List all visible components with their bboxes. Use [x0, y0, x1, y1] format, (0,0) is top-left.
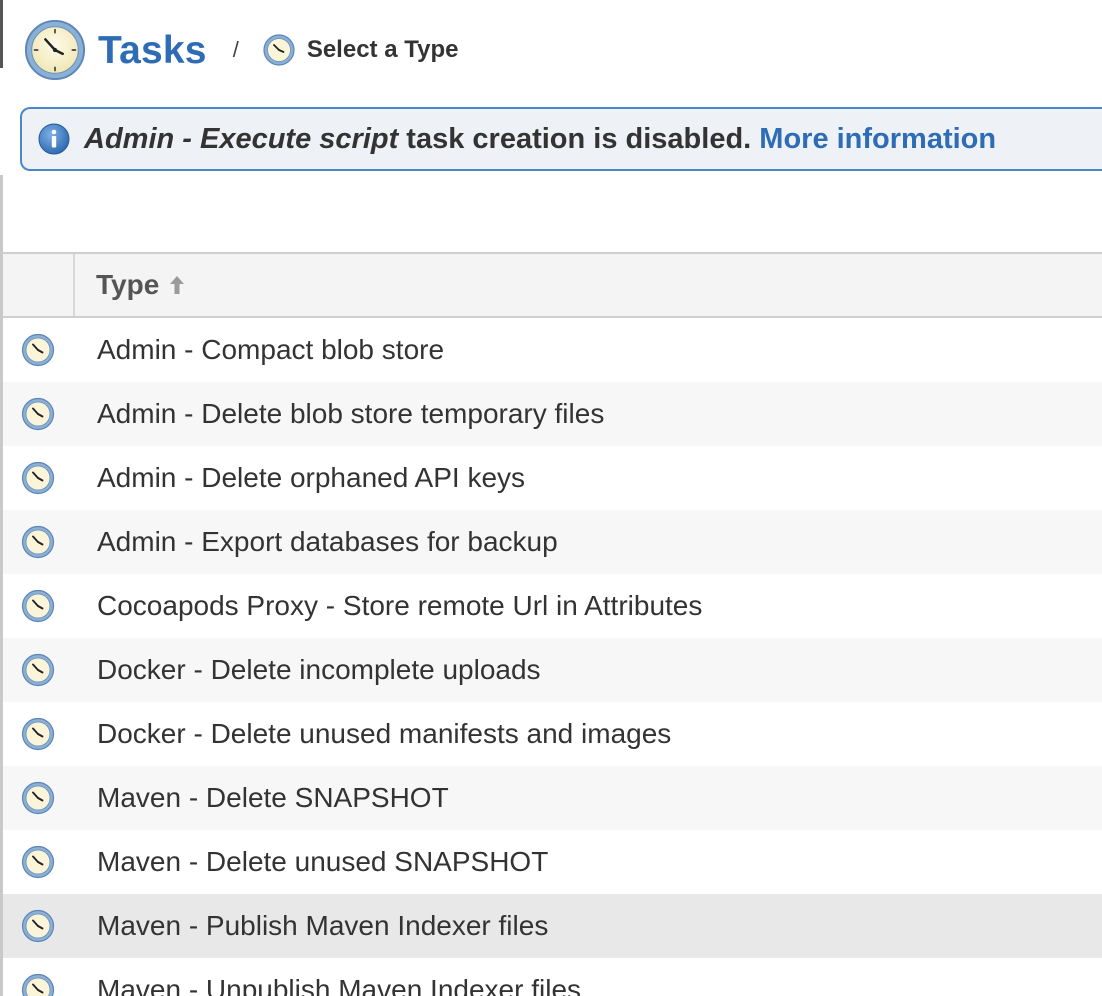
clock-icon — [263, 34, 295, 66]
table-header: Type — [3, 252, 1102, 318]
row-label: Admin - Compact blob store — [97, 334, 445, 365]
table-row[interactable]: Admin - Delete orphaned API keys — [3, 446, 1102, 510]
clock-icon — [21, 653, 55, 687]
table-row[interactable]: Cocoapods Proxy - Store remote Url in At… — [3, 574, 1102, 638]
row-label: Docker - Delete incomplete uploads — [97, 654, 541, 685]
clock-icon — [21, 909, 55, 943]
table-row[interactable]: Admin - Compact blob store — [3, 318, 1102, 382]
row-icon-cell — [3, 909, 75, 943]
icon-column-header — [3, 254, 75, 316]
table-row[interactable]: Maven - Unpublish Maven Indexer files — [3, 958, 1102, 996]
row-label: Cocoapods Proxy - Store remote Url in At… — [97, 590, 703, 621]
row-label: Admin - Export databases for backup — [97, 526, 558, 557]
clock-icon — [21, 525, 55, 559]
info-icon — [38, 123, 70, 155]
table-row[interactable]: Maven - Delete unused SNAPSHOT — [3, 830, 1102, 894]
row-icon-cell — [3, 589, 75, 623]
banner-message: Admin - Execute script task creation is … — [84, 123, 996, 156]
left-edge-border — [0, 0, 3, 68]
banner-emphasis: Admin - Execute script — [84, 122, 399, 155]
table-row[interactable]: Admin - Export databases for backup — [3, 510, 1102, 574]
table-row[interactable]: Docker - Delete incomplete uploads — [3, 638, 1102, 702]
tasks-page: Tasks / Select a Type Admin - Execute sc… — [0, 0, 1102, 996]
page-header: Tasks / Select a Type — [24, 18, 458, 82]
row-label: Admin - Delete blob store temporary file… — [97, 398, 605, 429]
row-label: Maven - Delete unused SNAPSHOT — [97, 846, 549, 877]
breadcrumb-current: Select a Type — [306, 36, 459, 63]
clock-icon — [21, 397, 55, 431]
clock-icon — [21, 717, 55, 751]
arrow-up-icon — [170, 276, 185, 294]
clock-icon — [21, 589, 55, 623]
type-column-header[interactable]: Type — [75, 254, 187, 316]
row-icon-cell — [3, 461, 75, 495]
clock-icon — [21, 845, 55, 879]
breadcrumb-separator: / — [232, 37, 239, 62]
table-row[interactable]: Maven - Delete SNAPSHOT — [3, 766, 1102, 830]
table-body: Admin - Compact blob store Admin - Delet… — [3, 318, 1102, 996]
page-title[interactable]: Tasks — [98, 31, 207, 70]
table-row[interactable]: Maven - Publish Maven Indexer files — [3, 894, 1102, 958]
row-icon-cell — [3, 973, 75, 996]
row-label: Docker - Delete unused manifests and ima… — [97, 718, 672, 749]
row-label: Maven - Delete SNAPSHOT — [97, 782, 449, 813]
clock-icon — [21, 461, 55, 495]
info-banner: Admin - Execute script task creation is … — [20, 107, 1102, 171]
clock-icon — [21, 333, 55, 367]
row-icon-cell — [3, 333, 75, 367]
clock-icon — [24, 19, 86, 81]
row-label: Maven - Unpublish Maven Indexer files — [97, 974, 582, 996]
row-label: Admin - Delete orphaned API keys — [97, 462, 526, 493]
table-row[interactable]: Docker - Delete unused manifests and ima… — [3, 702, 1102, 766]
row-icon-cell — [3, 717, 75, 751]
row-icon-cell — [3, 781, 75, 815]
row-icon-cell — [3, 653, 75, 687]
row-label: Maven - Publish Maven Indexer files — [97, 910, 549, 941]
clock-icon — [21, 781, 55, 815]
type-column-label: Type — [96, 269, 160, 300]
table-row[interactable]: Admin - Delete blob store temporary file… — [3, 382, 1102, 446]
clock-icon — [21, 973, 55, 996]
row-icon-cell — [3, 397, 75, 431]
banner-body: task creation is disabled. — [398, 122, 760, 155]
more-information-link[interactable]: More information — [759, 123, 996, 155]
row-icon-cell — [3, 845, 75, 879]
row-icon-cell — [3, 525, 75, 559]
task-type-table: Type Admin - Compact blob store Admin - … — [3, 252, 1102, 996]
